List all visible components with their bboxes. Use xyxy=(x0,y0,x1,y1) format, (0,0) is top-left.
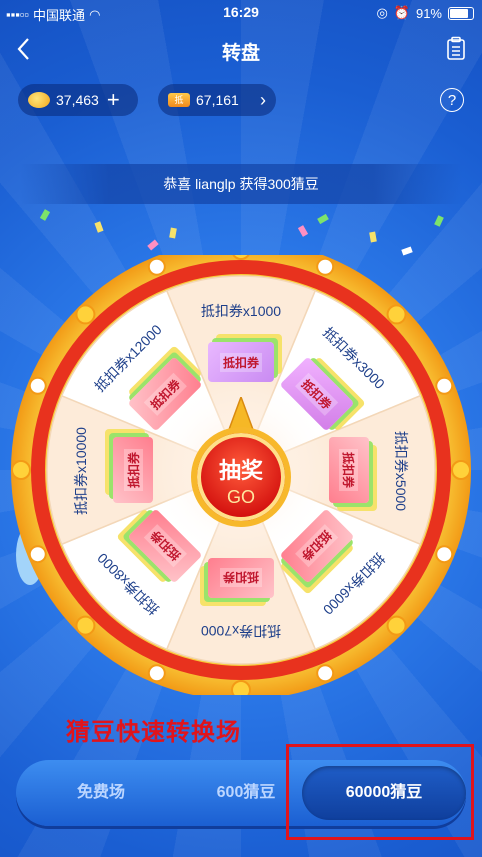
coupon-ticket: 抵扣券 xyxy=(329,437,369,503)
alarm-icon: ⏰ xyxy=(393,5,410,20)
rim-light xyxy=(28,376,47,395)
coupon-ticket-text: 抵扣券 xyxy=(220,568,263,588)
rim-light xyxy=(147,664,166,683)
battery-icon xyxy=(448,6,474,20)
chevron-right-icon: › xyxy=(260,89,266,110)
rim-light xyxy=(75,304,96,325)
rim-light xyxy=(435,545,454,564)
nav-bar: 转盘 xyxy=(0,26,482,74)
coupon-ticket: 抵扣券 xyxy=(208,558,274,598)
coupon-ticket-text: 抵扣券 xyxy=(339,448,359,491)
rim-light xyxy=(231,680,251,695)
rim-light xyxy=(11,460,31,480)
segment-label: 抵扣券x5000 xyxy=(393,430,409,512)
spin-button[interactable]: 抽奖 GO xyxy=(191,427,291,527)
bean-icon xyxy=(28,92,50,108)
status-right: ◎ ⏰ 91% xyxy=(376,5,474,21)
annotation-caption: 猜豆快速转换场 xyxy=(66,719,241,746)
question-icon: ? xyxy=(447,92,457,109)
rim-light xyxy=(75,615,96,636)
coupon-ticket-text: 抵扣券 xyxy=(123,449,143,492)
segment-label: 抵扣券x10000 xyxy=(73,427,89,515)
page-title: 转盘 xyxy=(221,43,260,64)
rotation-lock-icon: ◎ xyxy=(376,5,388,20)
rim-light xyxy=(386,304,407,325)
coupon-icon: 抵 xyxy=(168,93,190,107)
winner-marquee: 恭喜 lianglp 获得300猜豆 xyxy=(20,164,462,204)
rim-light xyxy=(316,257,335,276)
annotation-highlight-box xyxy=(286,744,474,840)
beans-balance[interactable]: 37,463 + xyxy=(18,84,138,116)
coupon-value: 67,161 xyxy=(196,92,239,108)
rim-light xyxy=(316,664,335,683)
coupon-ticket: 抵扣券 xyxy=(113,437,153,503)
rim-light xyxy=(28,545,47,564)
rim-light xyxy=(147,257,166,276)
status-bar: ▪▪▪▫▫ 中国联通 ◠ 16:29 ◎ ⏰ 91% xyxy=(0,0,482,26)
clipboard-icon xyxy=(447,36,465,60)
rim-light xyxy=(435,376,454,395)
coupon-ticket: 抵扣券 xyxy=(208,342,274,382)
add-beans-icon[interactable]: + xyxy=(107,89,120,111)
spin-button-sub: GO xyxy=(226,487,255,507)
clipboard-button[interactable] xyxy=(446,36,466,60)
help-button[interactable]: ? xyxy=(440,88,464,112)
battery-percent: 91% xyxy=(415,5,442,21)
rim-light xyxy=(386,615,407,636)
prize-wheel[interactable]: 抵扣券x1000 抵扣券 抵扣券x3000 抵扣券 抵扣券x5000 抵扣券 抵扣券x600… xyxy=(0,255,482,695)
coupon-balance[interactable]: 抵 67,161 › xyxy=(158,84,276,116)
rim-light xyxy=(451,460,471,480)
segment-label: 抵扣券x7000 xyxy=(200,623,282,639)
tab-free[interactable]: 免费场 xyxy=(46,760,156,826)
segment-label: 抵扣券x1000 xyxy=(200,303,282,319)
beans-value: 37,463 xyxy=(56,92,99,108)
spin-button-label: 抽奖 xyxy=(218,458,263,483)
coupon-ticket-text: 抵扣券 xyxy=(219,352,262,372)
